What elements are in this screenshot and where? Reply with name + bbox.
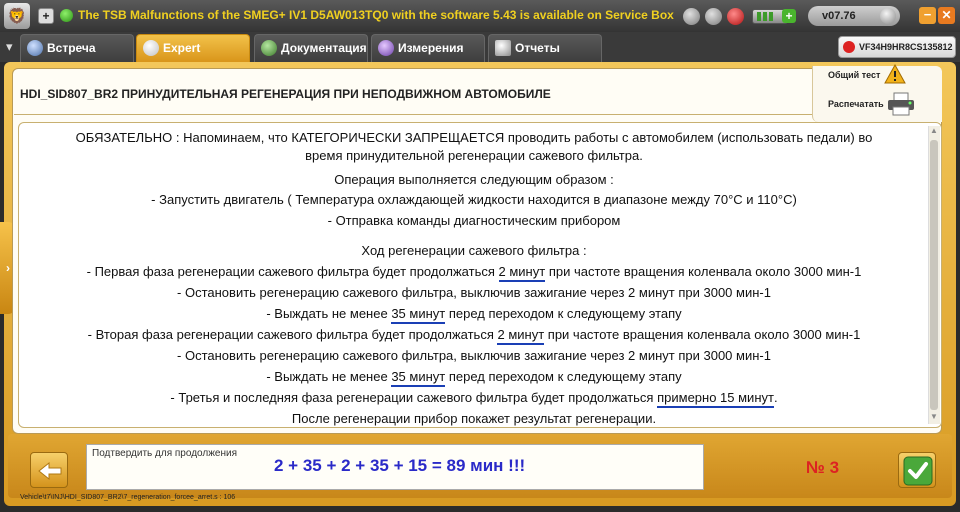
title-bar: 🦁 + The TSB Malfunctions of the SMEG+ IV… bbox=[0, 0, 960, 32]
minimize-button[interactable]: − bbox=[919, 7, 936, 24]
message-line: - Запустить двигатель ( Температура охла… bbox=[151, 192, 797, 207]
underlined-duration: 35 минут bbox=[391, 306, 446, 324]
text-part: перед переходом к следующему этапу bbox=[445, 306, 682, 321]
scroll-down-icon[interactable]: ▼ bbox=[930, 412, 938, 421]
header-divider bbox=[14, 114, 814, 115]
vin-text: VF34H9HR8CS135812 bbox=[859, 42, 953, 52]
general-test-button[interactable]: Общий тест bbox=[828, 68, 880, 82]
text-part: . bbox=[773, 390, 778, 405]
measurements-icon bbox=[378, 40, 394, 56]
text-part: перед переходом к следующему этапу bbox=[445, 369, 682, 384]
message-line: - Первая фаза регенерации сажевого фильт… bbox=[22, 264, 926, 282]
print-button[interactable]: Распечатать bbox=[828, 97, 884, 111]
service-banner[interactable]: The TSB Malfunctions of the SMEG+ IV1 D5… bbox=[78, 8, 674, 22]
text-part: при частоте вращения коленвала около 300… bbox=[544, 327, 861, 342]
back-arrow-icon bbox=[38, 461, 62, 481]
tab-bar: ▾ Встреча Expert Документация Измерения … bbox=[0, 32, 960, 62]
add-icon[interactable]: + bbox=[782, 9, 796, 23]
confirm-label: Подтвердить для продолжения bbox=[92, 448, 237, 459]
status-path: Vehicle\t7\INJ\HDI_SID807_BR2\7_regenera… bbox=[20, 494, 236, 501]
message-line: После регенерации прибор покажет результ… bbox=[291, 411, 657, 426]
text-part: - Выждать не менее bbox=[266, 369, 392, 384]
message-line: - Остановить регенерацию сажевого фильтр… bbox=[177, 348, 771, 363]
version-label: v07.76 bbox=[822, 10, 856, 22]
sum-note: 2 + 35 + 2 + 35 + 15 = 89 мин !!! bbox=[274, 456, 526, 475]
documentation-icon bbox=[261, 40, 277, 56]
confirm-button[interactable] bbox=[898, 452, 936, 488]
text-part: - Вторая фаза регенерации сажевого фильт… bbox=[87, 327, 498, 342]
close-button[interactable]: ✕ bbox=[938, 7, 955, 24]
message-line: - Вторая фаза регенерации сажевого фильт… bbox=[22, 327, 926, 345]
reports-icon bbox=[495, 40, 511, 56]
tab-label: Expert bbox=[163, 41, 201, 55]
tab-label: Встреча bbox=[47, 41, 96, 55]
version-indicator: v07.76 bbox=[808, 6, 900, 26]
message-line: - Выждать не менее 35 минут перед перехо… bbox=[22, 369, 926, 387]
tab-expert[interactable]: Expert bbox=[136, 34, 250, 62]
message-line: - Отправка команды диагностическим прибо… bbox=[327, 213, 621, 228]
chevron-down-icon[interactable]: ▾ bbox=[6, 39, 13, 55]
vin-display[interactable]: VF34H9HR8CS135812 bbox=[838, 36, 956, 58]
magnifier-icon bbox=[143, 40, 159, 56]
tab-label: Измерения bbox=[398, 41, 464, 55]
message-line: Операция выполняется следующим образом : bbox=[334, 172, 614, 187]
text-part: - Выждать не менее bbox=[266, 306, 392, 321]
number-badge: № 3 bbox=[806, 458, 840, 477]
text-part: - Третья и последняя фаза регенерации са… bbox=[170, 390, 658, 405]
underlined-duration: 2 минут bbox=[497, 327, 545, 345]
message-line: ОБЯЗАТЕЛЬНО : Напоминаем, что КАТЕГОРИЧЕ… bbox=[75, 130, 873, 145]
underlined-duration: примерно 15 минут bbox=[657, 390, 774, 408]
scroll-up-icon[interactable]: ▲ bbox=[930, 126, 938, 135]
expand-icon[interactable]: + bbox=[38, 8, 54, 24]
text-part: при частоте вращения коленвала около 300… bbox=[545, 264, 862, 279]
scroll-thumb[interactable] bbox=[930, 140, 938, 410]
message-line: - Остановить регенерацию сажевого фильтр… bbox=[177, 285, 771, 300]
info-icon bbox=[60, 9, 73, 22]
printer-icon[interactable] bbox=[886, 92, 916, 116]
text-part: - Первая фаза регенерации сажевого фильт… bbox=[86, 264, 499, 279]
record-icon[interactable] bbox=[727, 8, 744, 25]
shutdown-icon[interactable] bbox=[683, 8, 700, 25]
back-button[interactable] bbox=[30, 452, 68, 488]
warning-icon[interactable] bbox=[884, 64, 906, 84]
page-title: HDI_SID807_BR2 ПРИНУДИТЕЛЬНАЯ РЕГЕНЕРАЦИ… bbox=[20, 87, 551, 101]
underlined-duration: 2 минут bbox=[498, 264, 546, 282]
app-logo-icon: 🦁 bbox=[4, 3, 30, 29]
message-line: - Третья и последняя фаза регенерации са… bbox=[22, 390, 926, 408]
stop-icon bbox=[843, 41, 855, 53]
tab-documentation[interactable]: Документация bbox=[254, 34, 368, 62]
tab-measurements[interactable]: Измерения bbox=[371, 34, 485, 62]
underlined-duration: 35 минут bbox=[391, 369, 446, 387]
tab-meeting[interactable]: Встреча bbox=[20, 34, 134, 62]
tab-label: Документация bbox=[281, 41, 367, 55]
tab-reports[interactable]: Отчеты bbox=[488, 34, 602, 62]
message-line: время принудительной регенерации сажевог… bbox=[305, 148, 643, 163]
version-knob-icon[interactable] bbox=[880, 8, 896, 24]
meeting-icon bbox=[27, 40, 43, 56]
tab-label: Отчеты bbox=[515, 41, 560, 55]
message-line: Ход регенерации сажевого фильтра : bbox=[361, 243, 587, 258]
checkmark-icon bbox=[903, 456, 933, 486]
cancel-icon[interactable] bbox=[705, 8, 722, 25]
message-line: - Выждать не менее 35 минут перед перехо… bbox=[22, 306, 926, 324]
